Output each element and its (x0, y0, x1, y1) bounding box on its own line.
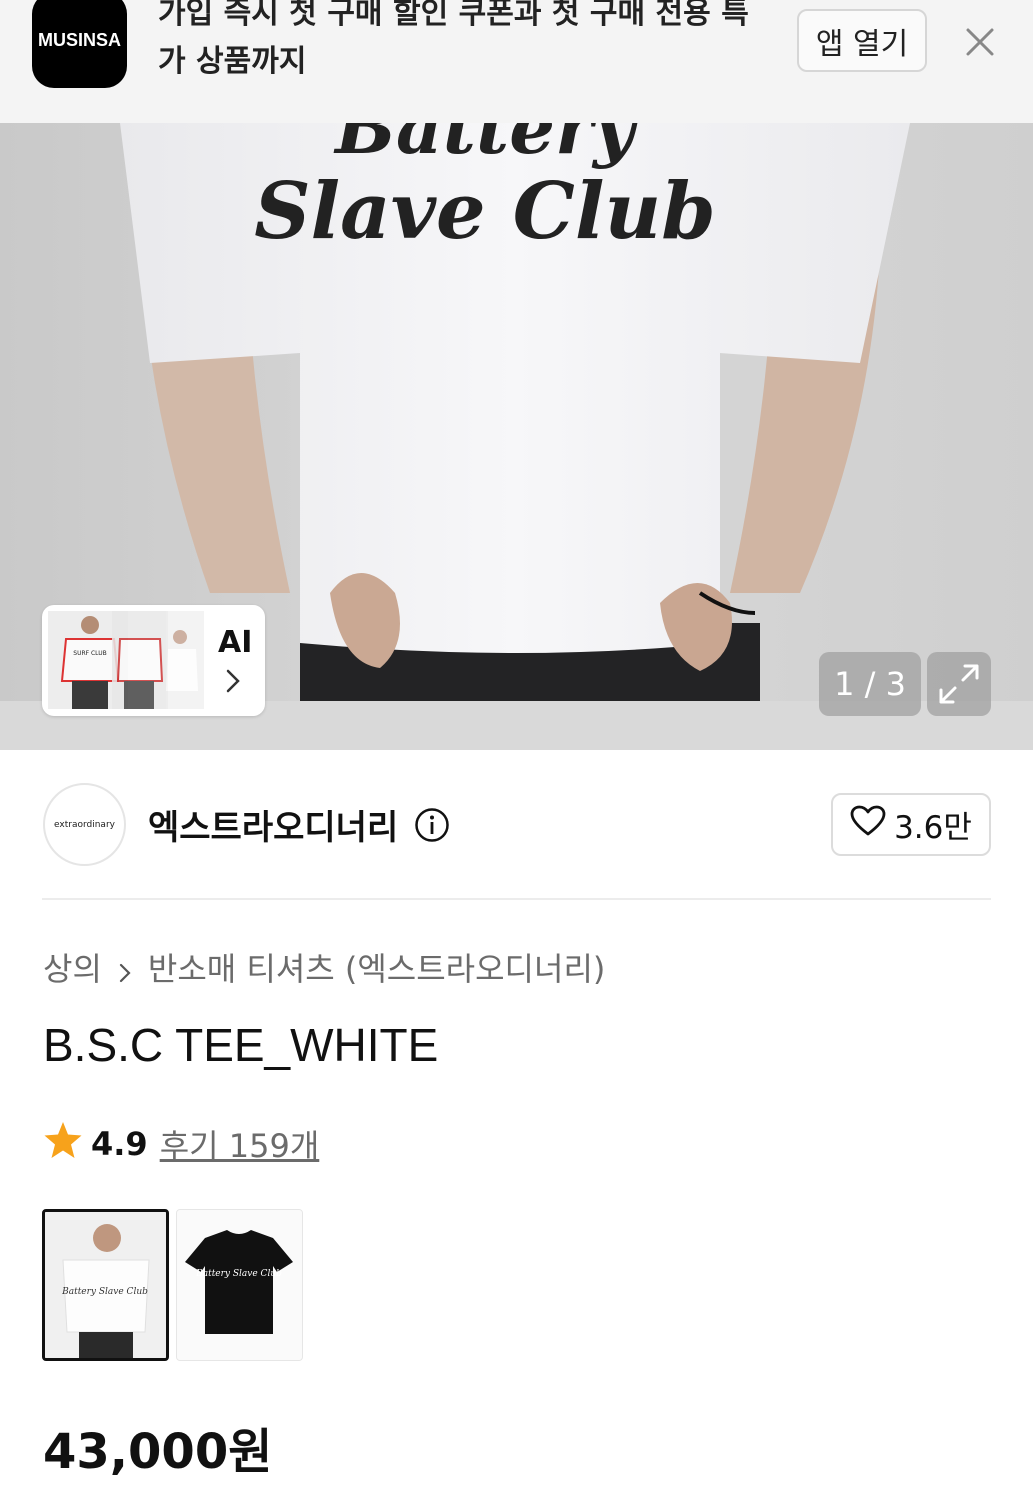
like-count: 3.6만 (894, 810, 972, 846)
reviews-link[interactable]: 후기 159개 (160, 1121, 320, 1167)
shirt-print-line1: Battery (333, 123, 639, 170)
variant-thumb-white[interactable]: Battery Slave Club (42, 1209, 169, 1361)
variant-print-black: Battery Slave Club (195, 1269, 282, 1279)
close-icon[interactable] (958, 20, 1002, 64)
variant-print-white: Battery Slave Club (61, 1287, 148, 1297)
product-price: 43,000원 (43, 1424, 273, 1480)
product-title: B.S.C TEE_WHITE (43, 1019, 439, 1071)
chevron-right-icon (116, 955, 134, 983)
variant-thumb-black[interactable]: Battery Slave Club (176, 1209, 303, 1361)
breadcrumb: 상의 반소매 티셔츠 (엑스트라오디너리) (43, 944, 605, 990)
breadcrumb-subcategory[interactable]: 반소매 티셔츠 (엑스트라오디너리) (148, 944, 605, 990)
brand-like-button[interactable]: 3.6만 (831, 793, 991, 856)
brand-logo[interactable]: extraordinary (43, 783, 126, 866)
banner-message: 가입 즉시 첫 구매 할인 쿠폰과 첫 구매 전용 특가 상품까지 (158, 0, 749, 79)
expand-icon[interactable] (927, 652, 991, 716)
color-variant-thumbs: Battery Slave Club Battery Slave Club (42, 1209, 303, 1361)
chevron-right-icon (222, 667, 244, 695)
product-rating: 4.9 후기 159개 (43, 1120, 319, 1168)
ai-styling-card[interactable]: SURF CLUB AI (42, 605, 265, 716)
divider (42, 898, 991, 900)
info-icon[interactable] (414, 807, 450, 843)
ai-label: AI (218, 625, 253, 660)
open-app-button[interactable]: 앱 열기 (797, 9, 927, 72)
rating-score: 4.9 (91, 1125, 148, 1163)
ai-model-thumb-3 (166, 611, 204, 709)
breadcrumb-category[interactable]: 상의 (43, 944, 102, 990)
ai-thumb-print: SURF CLUB (73, 650, 106, 657)
image-counter: 1 / 3 (819, 652, 921, 716)
musinsa-app-logo: MUSINSA (32, 0, 127, 88)
brand-name[interactable]: 엑스트라오디너리 (148, 800, 398, 849)
shirt-print-line2: Slave Club (254, 166, 716, 257)
heart-icon (850, 805, 886, 845)
app-download-banner: MUSINSA 가입 즉시 첫 구매 할인 쿠폰과 첫 구매 전용 특가 상품까… (0, 0, 1033, 123)
star-icon (43, 1120, 83, 1168)
ai-model-thumb-2 (112, 611, 168, 709)
